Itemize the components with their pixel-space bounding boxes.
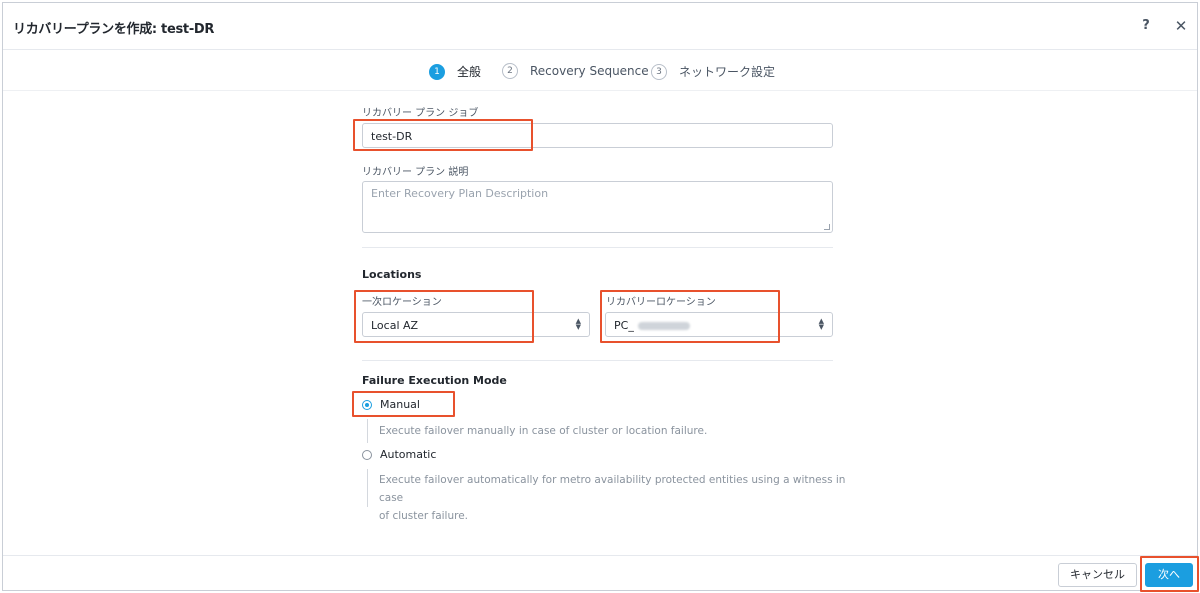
dialog-title: リカバリープランを作成: test-DR: [13, 22, 215, 37]
automatic-label[interactable]: Automatic: [380, 448, 436, 461]
step-number-3: 3: [651, 63, 667, 80]
automatic-description-line1: Execute failover automatically for metro…: [379, 474, 846, 504]
resize-grip-icon[interactable]: [824, 224, 830, 230]
recovery-location-select[interactable]: PC_ ▲ ▼: [605, 312, 833, 337]
failure-mode-title: Failure Execution Mode: [362, 374, 507, 387]
manual-radio[interactable]: [362, 400, 372, 410]
description-label: リカバリー プラン 説明: [362, 167, 469, 178]
wizard-steps: 1 全般 2 Recovery Sequence 3 ネットワーク設定: [3, 51, 1197, 91]
redacted-text: [637, 322, 690, 330]
step-number-1: 1: [429, 63, 445, 80]
manual-desc-bar: [367, 419, 368, 443]
dialog-footer: キャンセル 次へ: [3, 555, 1197, 592]
step-general[interactable]: 1 全般: [429, 63, 481, 80]
recovery-location-value: PC_: [614, 319, 634, 332]
step-number-2: 2: [502, 63, 518, 79]
step-recovery-sequence[interactable]: 2 Recovery Sequence: [502, 63, 649, 79]
automatic-desc-bar: [367, 469, 368, 507]
description-textarea[interactable]: Enter Recovery Plan Description: [362, 181, 833, 233]
section-divider: [362, 247, 833, 248]
cancel-button[interactable]: キャンセル: [1058, 563, 1137, 587]
close-icon[interactable]: ✕: [1171, 16, 1191, 36]
dialog-header: リカバリープランを作成: test-DR ? ✕: [3, 3, 1197, 50]
manual-label[interactable]: Manual: [380, 398, 420, 411]
primary-location-label: 一次ロケーション: [362, 297, 442, 308]
job-name-label: リカバリー プラン ジョブ: [362, 108, 479, 119]
automatic-description-line2: of cluster failure.: [379, 510, 469, 522]
section-divider: [362, 360, 833, 361]
automatic-description: Execute failover automatically for metro…: [379, 471, 849, 525]
recovery-plan-dialog: リカバリープランを作成: test-DR ? ✕ 1 全般 2 Recovery…: [2, 2, 1199, 592]
step-label-recovery-sequence: Recovery Sequence: [530, 64, 649, 78]
next-button[interactable]: 次へ: [1145, 563, 1193, 587]
automatic-radio[interactable]: [362, 450, 372, 460]
description-placeholder: Enter Recovery Plan Description: [371, 187, 549, 200]
primary-location-value: Local AZ: [371, 319, 419, 332]
recovery-location-label: リカバリーロケーション: [606, 297, 716, 308]
primary-location-select[interactable]: Local AZ ▲ ▼: [362, 312, 590, 337]
help-icon[interactable]: ?: [1136, 16, 1156, 36]
step-label-general: 全般: [457, 65, 482, 79]
chevron-up-down-icon: ▲ ▼: [818, 317, 824, 331]
manual-description: Execute failover manually in case of clu…: [379, 425, 708, 437]
step-label-network-settings: ネットワーク設定: [679, 65, 776, 79]
step-network-settings[interactable]: 3 ネットワーク設定: [651, 63, 775, 80]
locations-title: Locations: [362, 268, 422, 281]
job-name-input[interactable]: test-DR: [362, 123, 833, 148]
chevron-up-down-icon: ▲ ▼: [575, 317, 581, 331]
